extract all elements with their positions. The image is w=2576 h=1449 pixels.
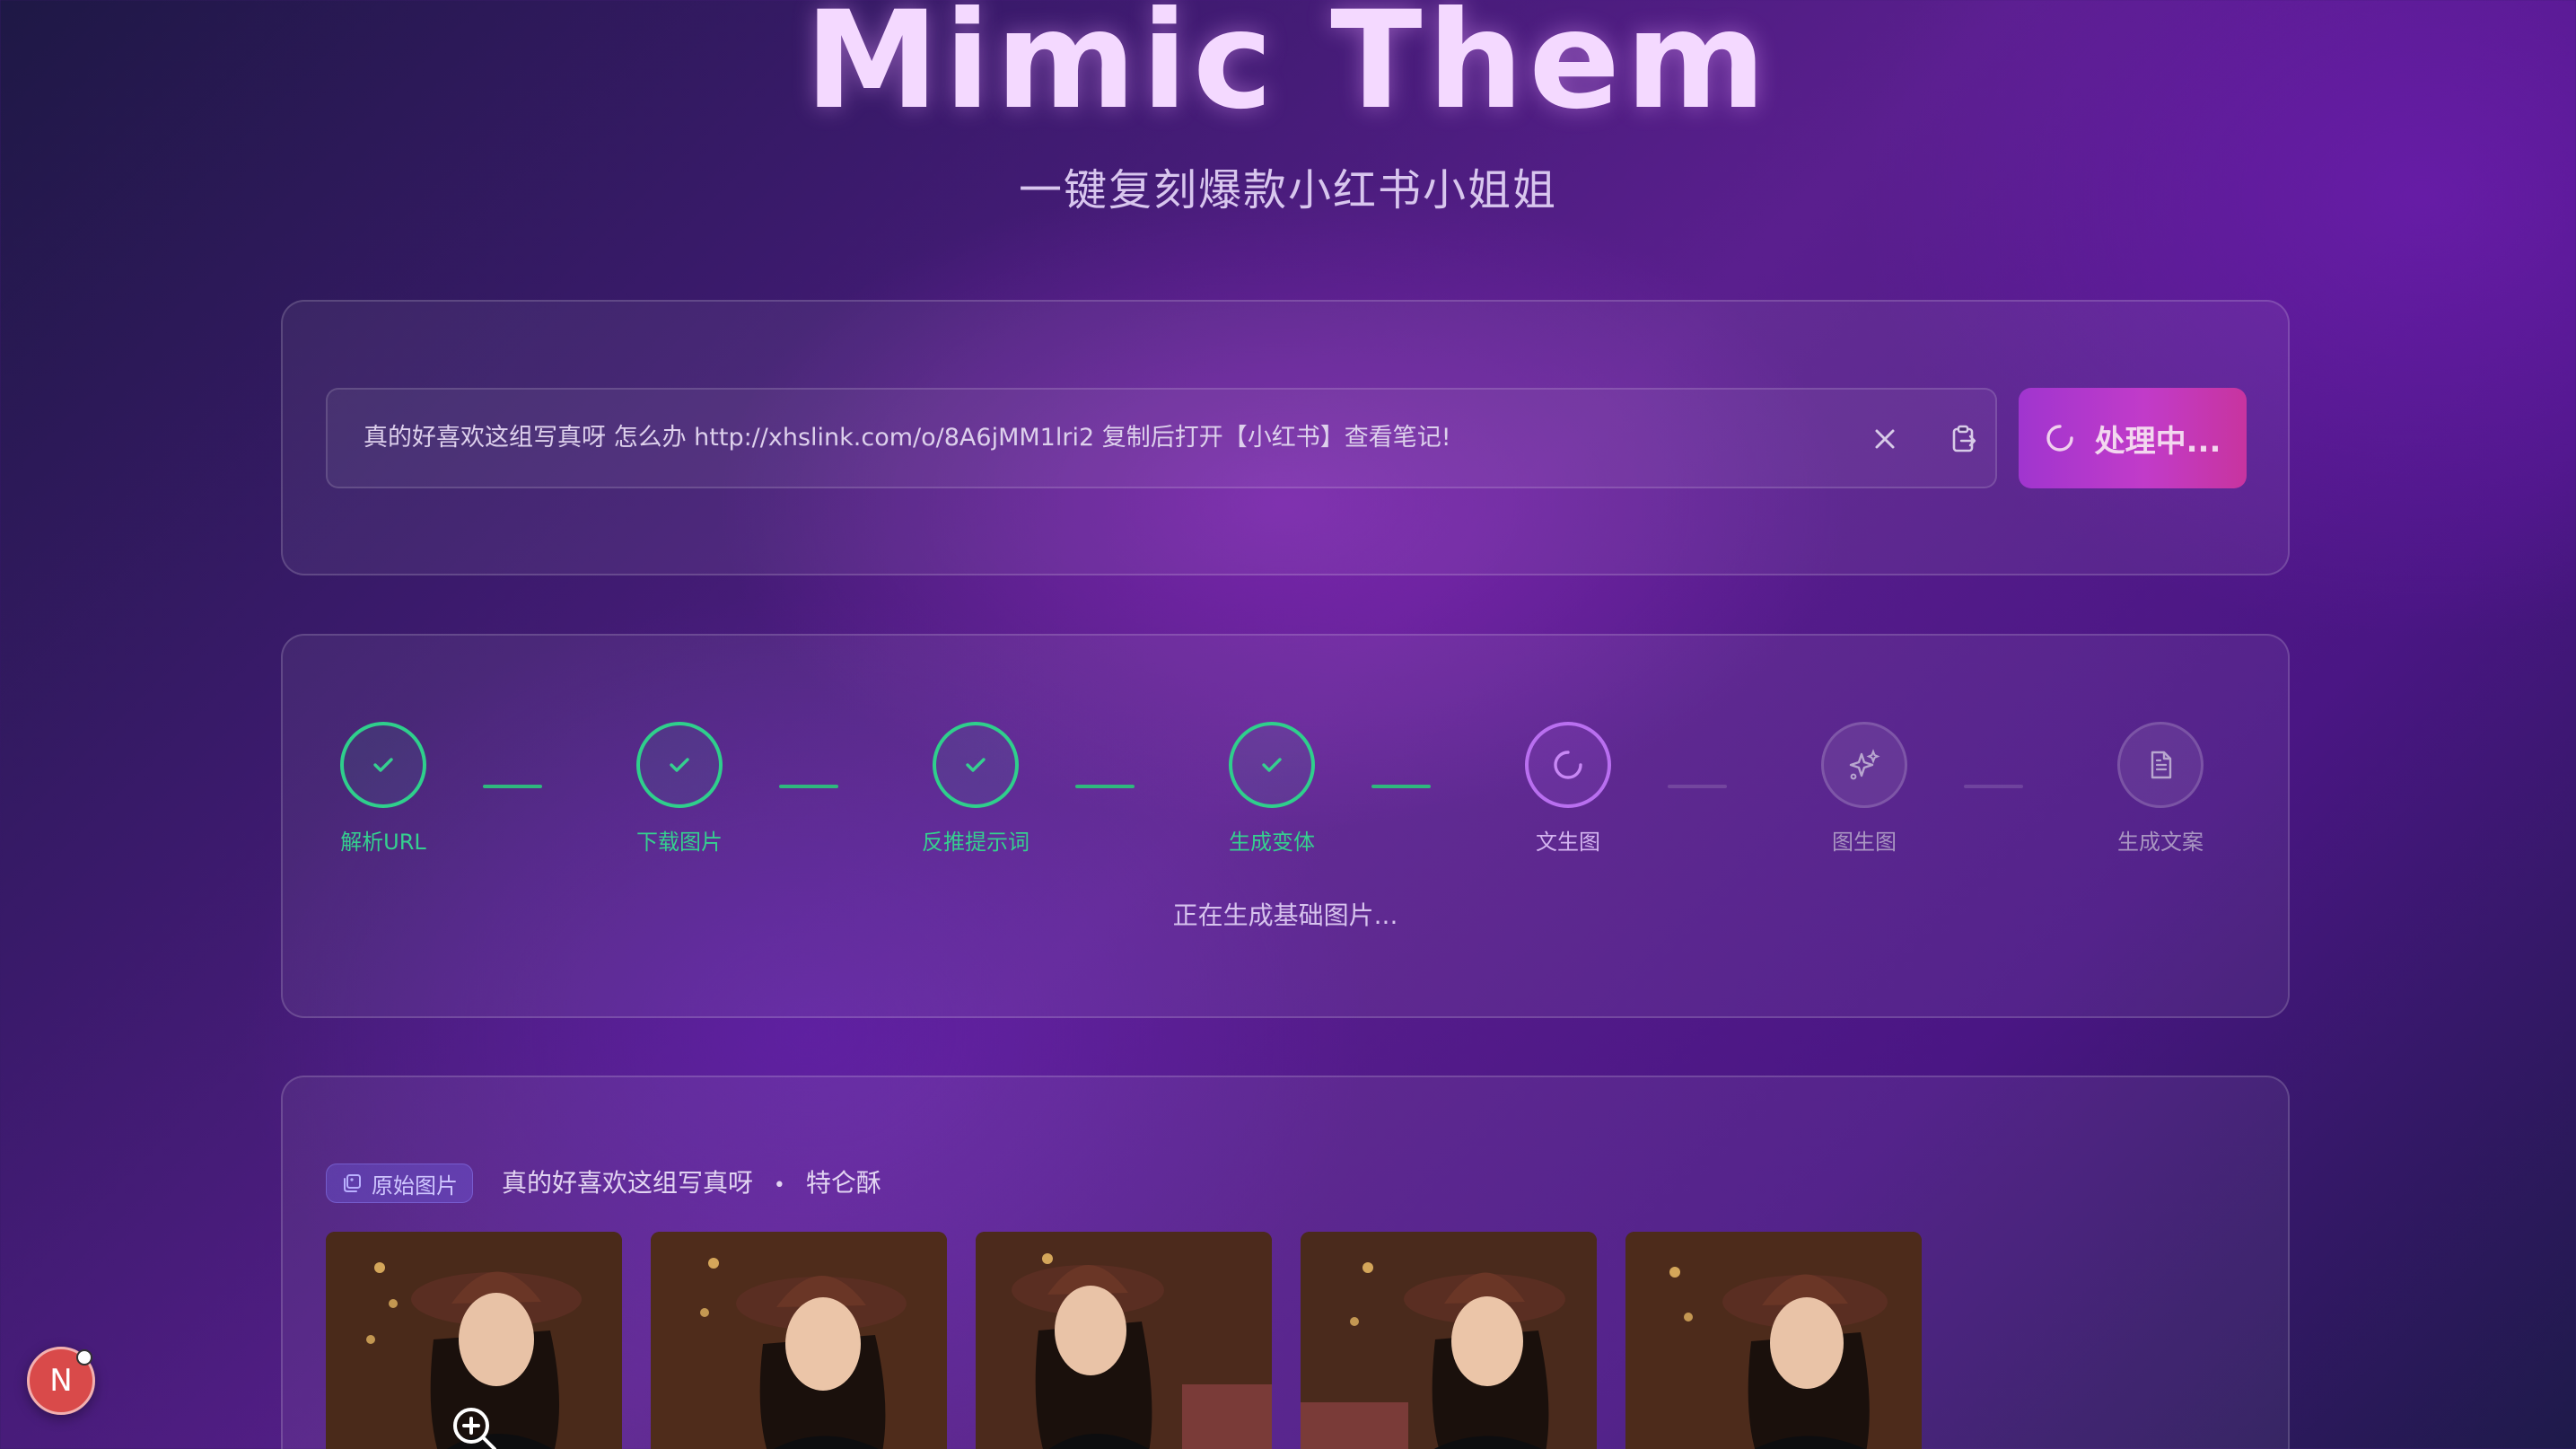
portrait-image [976,1232,1272,1449]
step-circle [1821,722,1907,808]
step-download-images: 下载图片 [590,722,769,856]
document-icon [2151,751,2172,779]
sparkles-icon [1849,749,1880,780]
step-label: 图生图 [1832,830,1897,855]
check-icon [966,758,986,772]
step-generate-variants: 生成变体 [1182,722,1362,856]
step-circle [1525,722,1611,808]
step-circle [1229,722,1315,808]
step-label: 文生图 [1536,830,1600,855]
post-meta: 真的好喜欢这组写真呀 • 特仑酥 [502,1164,881,1203]
step-connector [1668,785,1727,788]
process-button-label: 处理中... [2094,423,2221,460]
step-circle [340,722,426,808]
clipboard-paste-icon [1952,425,1976,452]
step-text-to-image: 文生图 [1478,722,1658,856]
step-circle [636,722,723,808]
step-circle [2117,722,2204,808]
app-title: Mimic Them [804,0,1772,139]
step-label: 反推提示词 [922,830,1030,855]
step-generate-copy: 生成文案 [2071,722,2250,856]
original-image-thumbnail[interactable] [651,1232,947,1449]
step-connector [1964,785,2023,788]
portrait-image [1625,1232,1922,1449]
progress-steps-card: 解析URL 下载图片 反推提示词 生成变体 文生图 图生图 生成文案 正在生成基… [281,634,2290,1018]
step-label: 解析URL [340,830,426,855]
process-button[interactable]: 处理中... [2019,388,2247,488]
spinner-icon [1554,751,1582,779]
user-avatar[interactable]: N [27,1347,95,1415]
portrait-image [651,1232,947,1449]
step-parse-url: 解析URL [294,722,473,856]
step-reverse-prompt: 反推提示词 [886,722,1065,856]
step-circle [933,722,1019,808]
step-connector [1075,785,1135,788]
original-images-card: 原始图片 真的好喜欢这组写真呀 • 特仑酥 [281,1076,2290,1449]
step-connector [1371,785,1431,788]
original-image-thumbnail[interactable] [976,1232,1272,1449]
images-icon [344,1174,361,1192]
zoom-in-icon[interactable] [446,1401,504,1449]
step-label: 下载图片 [636,830,723,855]
clear-input-button[interactable] [1862,417,1907,461]
step-image-to-image: 图生图 [1774,722,1954,856]
url-input[interactable] [364,390,1836,487]
avatar-letter: N [49,1363,73,1399]
status-text: 正在生成基础图片... [1172,900,1398,930]
badge-label: 原始图片 [372,1172,458,1199]
url-input-box [326,388,1997,488]
original-image-thumbnail[interactable] [1625,1232,1922,1449]
notification-dot [76,1349,92,1366]
original-image-thumbnail[interactable] [326,1232,622,1449]
check-icon [670,758,689,772]
url-input-card: 处理中... [281,300,2290,575]
app-subtitle: 一键复刻爆款小红书小姐姐 [1018,165,1557,215]
paste-button[interactable] [1941,417,1986,461]
check-icon [1262,758,1282,772]
step-label: 生成文案 [2117,830,2204,855]
spinner-icon [2046,425,2073,452]
post-author: 特仑酥 [805,1168,881,1198]
meta-separator: • [773,1174,785,1197]
close-icon [1875,429,1895,449]
step-label: 生成变体 [1229,830,1315,855]
original-image-thumbnail[interactable] [1301,1232,1597,1449]
step-connector [483,785,542,788]
check-icon [373,758,393,772]
post-title: 真的好喜欢这组写真呀 [502,1168,754,1198]
original-images-badge: 原始图片 [326,1164,473,1203]
step-connector [779,785,838,788]
portrait-image [1301,1232,1597,1449]
